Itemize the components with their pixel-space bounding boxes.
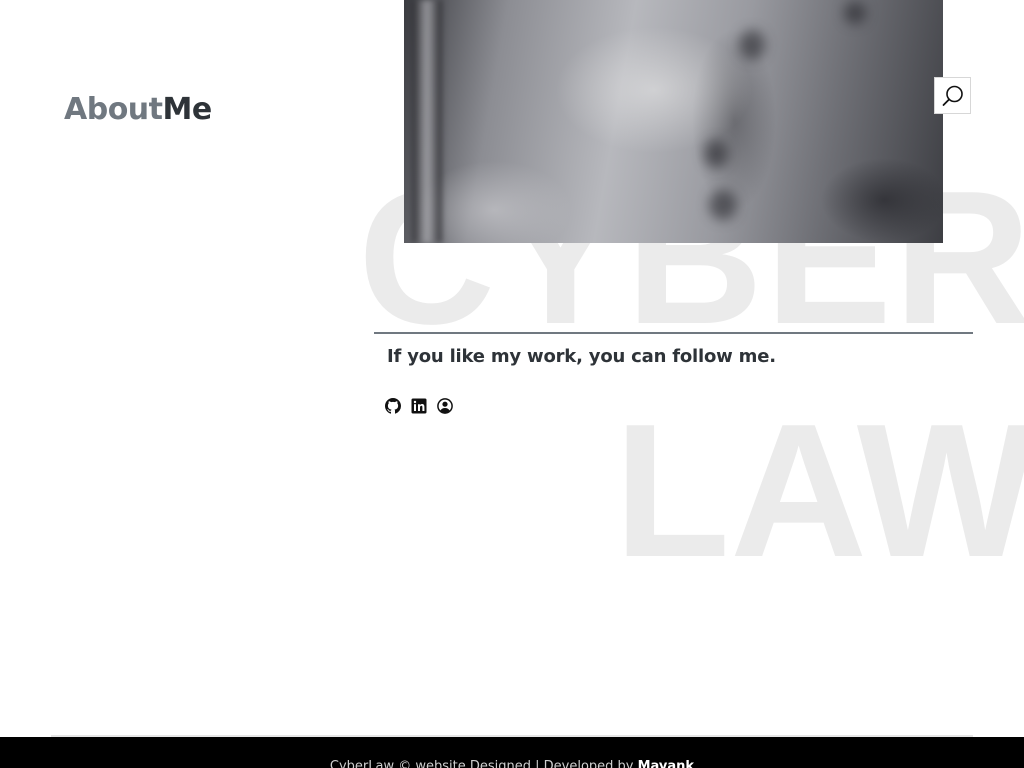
follow-text: If you like my work, you can follow me. [387, 346, 776, 367]
background-word-law: LAW [614, 385, 1024, 597]
photo-detail [412, 0, 442, 243]
user-circle-icon [437, 398, 453, 414]
footer: CyberLaw © website Designed | Developed … [0, 737, 1024, 768]
photo-detail [844, 2, 866, 24]
developer-link[interactable]: Mayank [638, 759, 694, 768]
photo-detail [709, 190, 737, 220]
page: CYBER LAW AboutMe If you like my work, y… [0, 0, 1024, 768]
footer-text: CyberLaw © website Designed | Developed … [0, 759, 1024, 768]
footer-divider [51, 735, 973, 737]
page-title: AboutMe [64, 88, 212, 132]
github-link[interactable] [385, 398, 401, 414]
section-divider [374, 332, 973, 334]
profile-photo [404, 0, 943, 243]
search-icon [942, 85, 963, 106]
page-title-me: Me [162, 92, 213, 127]
github-icon [385, 398, 401, 414]
profile-link[interactable] [437, 398, 453, 414]
search-button[interactable] [934, 77, 971, 114]
footer-credit: CyberLaw © website Designed | Developed … [329, 759, 638, 768]
page-title-about: About [64, 92, 163, 127]
photo-detail [739, 30, 765, 60]
social-links [385, 398, 453, 414]
linkedin-icon [411, 398, 427, 414]
photo-detail [704, 140, 728, 168]
linkedin-link[interactable] [411, 398, 427, 414]
